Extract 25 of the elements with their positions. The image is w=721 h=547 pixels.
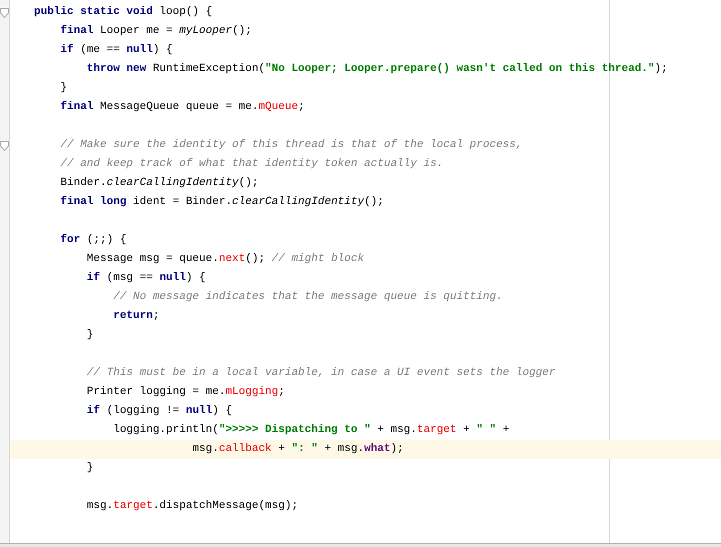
code-line: public static void loop() { xyxy=(33,5,214,20)
code-line: if (logging != null) { xyxy=(86,404,234,419)
code-line: } xyxy=(86,328,94,343)
code-line: throw new RuntimeException("No Looper; Looper.prepare() wasn't called on this thread."); xyxy=(86,62,669,77)
fold-marker-icon[interactable] xyxy=(0,8,9,18)
code-line: } xyxy=(59,81,68,96)
code-line: } xyxy=(86,461,94,476)
code-line: if (me == null) { xyxy=(59,42,174,58)
code-line: logging.println(">>>>> Dispatching to " + msg.target + " " + xyxy=(112,423,510,438)
code-line: Printer logging = me.mLogging; xyxy=(86,385,286,400)
code-line: if (msg == null) { xyxy=(86,270,207,286)
horizontal-scrollbar[interactable] xyxy=(0,543,721,547)
code-line: final Looper me = myLooper(); xyxy=(59,24,253,39)
code-line: // This must be in a local variable, in case a UI event sets the logger xyxy=(86,366,556,381)
code-line: final long ident = Binder.clearCallingIdentity(); xyxy=(59,194,385,210)
code-line: msg.target.dispatchMessage(msg); xyxy=(86,499,300,514)
code-line: // Make sure the identity of this thread is that of the local process, xyxy=(59,138,524,153)
code-line: for (;;) { xyxy=(59,232,128,248)
code-line: return; xyxy=(112,309,160,324)
code-line: Message msg = queue.next(); // might block xyxy=(86,252,366,267)
code-line: Binder.clearCallingIdentity(); xyxy=(59,176,260,191)
code-line: final MessageQueue queue = me.mQueue; xyxy=(59,100,306,115)
code-line: // No message indicates that the message queue is quitting. xyxy=(112,290,504,305)
code-line: // and keep track of what that identity token actually is. xyxy=(59,157,444,172)
fold-marker-icon[interactable] xyxy=(0,141,9,151)
